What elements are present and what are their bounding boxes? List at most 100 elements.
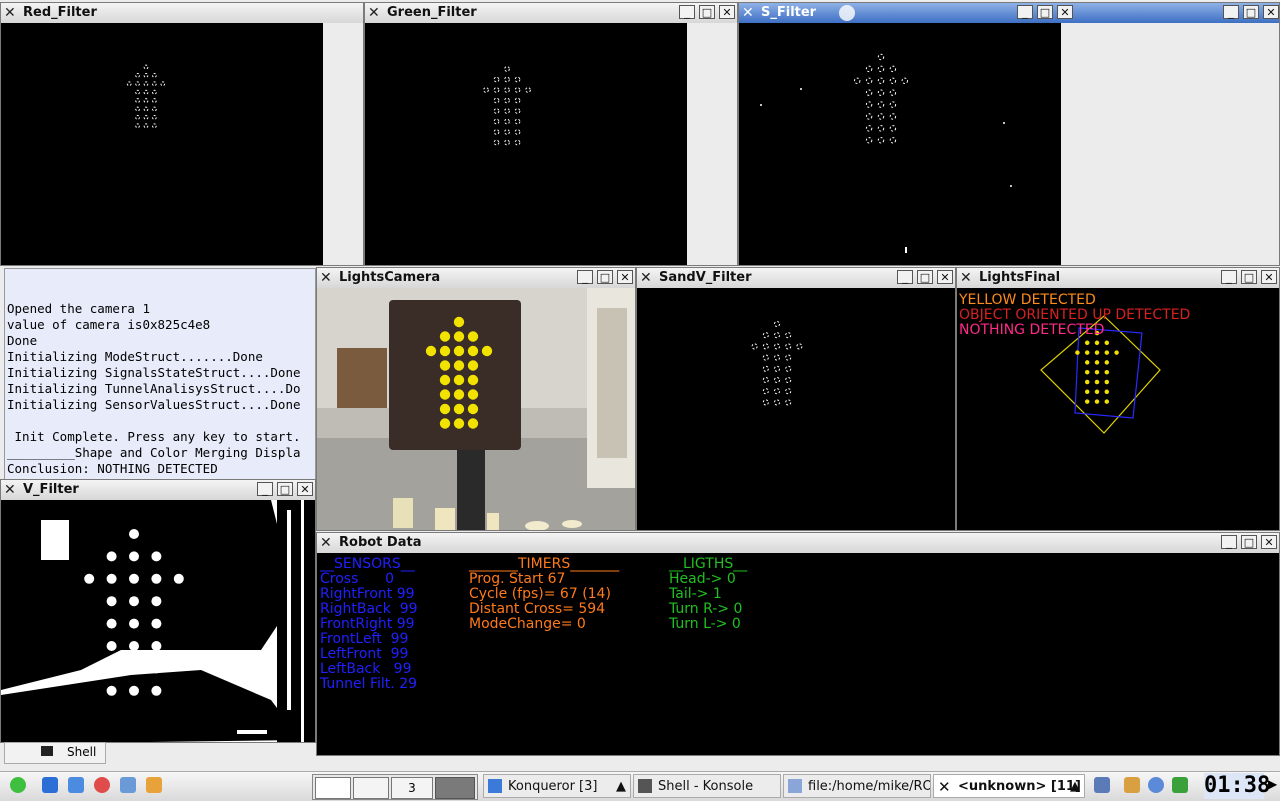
led-dot	[106, 663, 117, 674]
led-dot	[135, 72, 141, 78]
close-x-icon[interactable]: ✕	[320, 535, 332, 551]
close-button[interactable]: ✕	[297, 482, 313, 496]
led-dot	[106, 573, 117, 584]
close-x-icon[interactable]: ✕	[960, 270, 972, 286]
minimize-button[interactable]: _	[1223, 5, 1239, 19]
s-filter-titlebar[interactable]: ✕ S_Filter _ □ ✕ _ □ ✕	[739, 3, 1279, 24]
robot-data-titlebar[interactable]: ✕ Robot Data _ □ ✕	[317, 533, 1279, 554]
led-dot	[773, 320, 781, 328]
close-button[interactable]: ✕	[1263, 5, 1279, 19]
green-filter-titlebar[interactable]: ✕ Green_Filter _ □ ✕	[365, 3, 737, 24]
konsole-task-icon	[638, 779, 652, 793]
led-dot	[1104, 399, 1110, 404]
led-dot	[889, 77, 897, 85]
close-x-icon[interactable]: ✕	[368, 5, 380, 21]
lights-final-titlebar[interactable]: ✕ LightsFinal _ □ ✕	[957, 268, 1279, 289]
led-dot	[151, 573, 162, 584]
close-button[interactable]: ✕	[719, 5, 735, 19]
red-filter-window[interactable]: ✕ Red_Filter	[0, 2, 364, 266]
red-filter-titlebar[interactable]: ✕ Red_Filter	[1, 3, 363, 24]
volume-icon[interactable]	[1148, 777, 1164, 793]
console-line: _________Shape and Color Merging Displa	[7, 445, 301, 460]
v-filter-window[interactable]: ✕ V_Filter _ □ ✕	[0, 479, 316, 743]
sandv-filter-titlebar[interactable]: ✕ SandV_Filter _ □ ✕	[637, 268, 955, 289]
kde-menu-icon[interactable]	[10, 777, 26, 793]
pager[interactable]: 3	[312, 774, 478, 800]
editor-icon[interactable]	[146, 777, 162, 793]
desktop-4[interactable]	[435, 777, 475, 799]
home-icon[interactable]	[42, 777, 58, 793]
minimize-button[interactable]: _	[257, 482, 273, 496]
konqueror-icon[interactable]	[68, 777, 84, 793]
s-filter-window[interactable]: ✕ S_Filter _ □ ✕ _ □ ✕	[738, 2, 1280, 266]
timers-row: Prog. Start 67	[469, 571, 566, 587]
maximize-button[interactable]: □	[1241, 535, 1257, 549]
shell-tab[interactable]: Shell	[4, 742, 106, 764]
green-filter-window[interactable]: ✕ Green_Filter _ □ ✕	[364, 2, 738, 266]
led-dot	[785, 343, 792, 350]
minimize-button[interactable]: _	[577, 270, 593, 284]
lights-list: Head-> 0 Tail-> 1 Turn R-> 0 Turn L-> 0	[669, 572, 742, 632]
maximize-button[interactable]: □	[597, 270, 613, 284]
monitor-icon[interactable]	[1172, 777, 1188, 793]
console-output[interactable]: Opened the camera 1 value of camera is0x8…	[4, 268, 316, 480]
maximize-button[interactable]: □	[1243, 5, 1259, 19]
close-x-icon[interactable]: ✕	[640, 270, 652, 286]
clock[interactable]: 01:38	[1204, 773, 1270, 799]
lights-final-window[interactable]: ✕ LightsFinal _ □ ✕ YELLOW DETECTED OBJE…	[956, 267, 1280, 531]
taskbar: 3 Konqueror [3] ▲ Shell - Konsole file:/…	[0, 771, 1280, 801]
task-unknown[interactable]: ✕ <unknown> [11] ▲	[933, 774, 1085, 798]
minimize-button[interactable]: _	[1017, 5, 1033, 19]
camera-led	[439, 374, 451, 386]
led-dot	[525, 87, 531, 93]
led-dot	[773, 388, 781, 395]
close-button[interactable]: ✕	[617, 270, 633, 284]
maximize-button[interactable]: □	[277, 482, 293, 496]
close-button[interactable]: ✕	[1261, 535, 1277, 549]
close-x-icon[interactable]: ✕	[320, 270, 332, 286]
kcontrol-icon[interactable]	[120, 777, 136, 793]
minimize-button[interactable]: _	[1221, 535, 1237, 549]
minimize-button[interactable]: _	[897, 270, 913, 284]
led-dot	[785, 388, 792, 395]
scroll-right-icon[interactable]: ▶	[1268, 777, 1277, 791]
v-filter-titlebar[interactable]: ✕ V_Filter _ □ ✕	[1, 480, 315, 501]
close-x-icon[interactable]: ✕	[4, 5, 16, 21]
task-konqueror[interactable]: Konqueror [3] ▲	[483, 774, 631, 798]
close-x-icon[interactable]: ✕	[742, 5, 754, 21]
maximize-button[interactable]: □	[699, 5, 715, 19]
led-dot	[504, 87, 510, 93]
minimize-button[interactable]: _	[1221, 270, 1237, 284]
close-button[interactable]: ✕	[937, 270, 953, 284]
led-dot	[493, 87, 500, 93]
led-dot	[135, 98, 141, 104]
close-button[interactable]: ✕	[1057, 5, 1073, 19]
robot-data-window[interactable]: ✕ Robot Data _ □ ✕ __SENSORS__ Cross 0 Ri…	[316, 532, 1280, 756]
help-icon[interactable]	[94, 777, 110, 793]
minimize-button[interactable]: _	[679, 5, 695, 19]
desktop-1[interactable]	[315, 777, 351, 799]
desktop-3[interactable]: 3	[391, 777, 433, 799]
led-dot	[151, 596, 162, 607]
maximize-button[interactable]: □	[1241, 270, 1257, 284]
chevron-up-icon: ▲	[616, 779, 626, 794]
close-x-icon[interactable]: ✕	[4, 482, 16, 498]
camera-led	[439, 403, 451, 415]
lights-camera-window[interactable]: ✕ LightsCamera _ □ ✕	[316, 267, 636, 531]
camera-led	[453, 360, 465, 371]
led-dot	[877, 101, 885, 108]
maximize-button[interactable]: □	[1037, 5, 1053, 19]
close-button[interactable]: ✕	[1261, 270, 1277, 284]
lights-camera-titlebar[interactable]: ✕ LightsCamera _ □ ✕	[317, 268, 635, 289]
klipper-icon[interactable]	[1124, 777, 1140, 793]
sandv-filter-window[interactable]: ✕ SandV_Filter _ □ ✕	[636, 267, 956, 531]
window-title: LightsCamera	[339, 270, 441, 285]
desktop-2[interactable]	[353, 777, 389, 799]
network-icon[interactable]	[1094, 777, 1110, 793]
led-dot	[1104, 350, 1110, 355]
app-swirl-icon	[839, 5, 855, 21]
camera-led	[467, 345, 479, 357]
task-konsole[interactable]: Shell - Konsole	[633, 774, 781, 798]
maximize-button[interactable]: □	[917, 270, 933, 284]
task-file-browser[interactable]: file:/home/mike/RO	[783, 774, 931, 798]
